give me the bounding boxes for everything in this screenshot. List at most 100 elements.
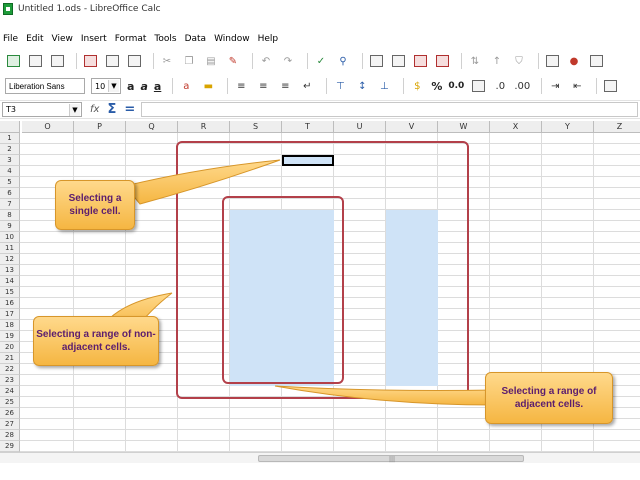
sum-icon[interactable]: Σ <box>107 102 116 117</box>
row-header[interactable]: 13 <box>0 265 20 276</box>
autofilter-icon[interactable]: ⛉ <box>511 53 527 69</box>
date-format-icon[interactable] <box>470 78 486 94</box>
percent-format-icon[interactable]: % <box>431 80 442 93</box>
chevron-down-icon[interactable]: ▼ <box>108 80 119 92</box>
row-header[interactable]: 12 <box>0 254 20 265</box>
font-size-box[interactable]: 10 ▼ <box>91 78 121 94</box>
row-header[interactable]: 9 <box>0 221 20 232</box>
sort-ascending-icon[interactable]: ↑ <box>489 53 505 69</box>
column-header[interactable]: R <box>178 121 230 133</box>
menu-data[interactable]: Data <box>185 34 207 44</box>
align-bottom-icon[interactable]: ⊥ <box>376 78 392 94</box>
sort-icon[interactable]: ⇅ <box>467 53 483 69</box>
clone-formatting-icon[interactable]: ✎ <box>225 53 241 69</box>
spelling-icon[interactable]: ✓ <box>313 53 329 69</box>
row-icon[interactable] <box>368 53 384 69</box>
column-header[interactable]: U <box>334 121 386 133</box>
menu-file[interactable]: File <box>3 34 18 44</box>
align-right-icon[interactable]: ≡ <box>277 78 293 94</box>
row-header[interactable]: 19 <box>0 331 20 342</box>
column-header[interactable]: T <box>282 121 334 133</box>
print-icon[interactable] <box>104 53 120 69</box>
chart-icon[interactable]: ● <box>566 53 582 69</box>
row-header[interactable]: 8 <box>0 210 20 221</box>
function-wizard-icon[interactable]: fx <box>90 104 99 115</box>
column-icon[interactable] <box>390 53 406 69</box>
menu-insert[interactable]: Insert <box>81 34 107 44</box>
chevron-down-icon[interactable]: ▼ <box>69 104 80 116</box>
row-header[interactable]: 11 <box>0 243 20 254</box>
decrease-indent-icon[interactable]: ⇤ <box>569 78 585 94</box>
name-box[interactable]: T3 ▼ <box>2 102 82 117</box>
font-color-icon[interactable]: a <box>178 78 194 94</box>
underline-icon[interactable]: a <box>154 80 161 93</box>
row-header[interactable]: 22 <box>0 364 20 375</box>
align-left-icon[interactable]: ≡ <box>233 78 249 94</box>
formula-input[interactable] <box>141 102 638 117</box>
row-header[interactable]: 24 <box>0 386 20 397</box>
italic-icon[interactable]: a <box>140 80 147 93</box>
insert-rows-icon[interactable] <box>412 53 428 69</box>
find-replace-icon[interactable]: ⚲ <box>335 53 351 69</box>
open-icon[interactable] <box>27 53 43 69</box>
new-document-icon[interactable] <box>5 53 21 69</box>
menu-tools[interactable]: Tools <box>154 34 176 44</box>
insert-columns-icon[interactable] <box>434 53 450 69</box>
menu-edit[interactable]: Edit <box>26 34 43 44</box>
row-header[interactable]: 10 <box>0 232 20 243</box>
row-header[interactable]: 21 <box>0 353 20 364</box>
row-header[interactable]: 25 <box>0 397 20 408</box>
row-header[interactable]: 28 <box>0 430 20 441</box>
row-header[interactable]: 5 <box>0 177 20 188</box>
row-header[interactable]: 1 <box>0 133 20 144</box>
row-header[interactable]: 3 <box>0 155 20 166</box>
menu-view[interactable]: View <box>52 34 73 44</box>
row-header[interactable]: 18 <box>0 320 20 331</box>
scrollbar-thumb[interactable]: ||| <box>258 455 524 463</box>
paste-icon[interactable]: ▤ <box>203 53 219 69</box>
row-header[interactable]: 23 <box>0 375 20 386</box>
row-header[interactable]: 20 <box>0 342 20 353</box>
increase-indent-icon[interactable]: ⇥ <box>547 78 563 94</box>
column-header[interactable]: S <box>230 121 282 133</box>
align-center-icon[interactable]: ≡ <box>255 78 271 94</box>
highlight-color-icon[interactable]: ▬ <box>200 78 216 94</box>
bold-icon[interactable]: a <box>127 80 134 93</box>
add-decimal-icon[interactable]: .0 <box>492 78 508 94</box>
row-header[interactable]: 2 <box>0 144 20 155</box>
row-header[interactable]: 4 <box>0 166 20 177</box>
select-all-corner[interactable] <box>0 121 20 133</box>
column-header[interactable]: W <box>438 121 490 133</box>
image-icon[interactable] <box>544 53 560 69</box>
align-top-icon[interactable]: ⊤ <box>332 78 348 94</box>
row-header[interactable]: 14 <box>0 276 20 287</box>
row-header[interactable]: 29 <box>0 441 20 452</box>
column-header[interactable]: Y <box>542 121 594 133</box>
menu-window[interactable]: Window <box>214 34 250 44</box>
copy-icon[interactable]: ❐ <box>181 53 197 69</box>
row-header[interactable]: 27 <box>0 419 20 430</box>
column-header[interactable]: X <box>490 121 542 133</box>
save-icon[interactable] <box>49 53 65 69</box>
export-pdf-icon[interactable] <box>82 53 98 69</box>
formula-icon[interactable]: = <box>124 102 135 117</box>
column-header[interactable]: O <box>22 121 74 133</box>
print-preview-icon[interactable] <box>126 53 142 69</box>
currency-icon[interactable]: $ <box>409 78 425 94</box>
column-header[interactable]: P <box>74 121 126 133</box>
delete-decimal-icon[interactable]: .00 <box>514 78 530 94</box>
menu-help[interactable]: Help <box>258 34 279 44</box>
row-header[interactable]: 15 <box>0 287 20 298</box>
font-name-box[interactable]: Liberation Sans <box>5 78 85 94</box>
align-middle-icon[interactable]: ↕ <box>354 78 370 94</box>
menu-format[interactable]: Format <box>115 34 147 44</box>
column-header[interactable]: V <box>386 121 438 133</box>
column-header[interactable]: Z <box>594 121 640 133</box>
number-format-icon[interactable]: 0.0 <box>448 81 464 91</box>
row-header[interactable]: 16 <box>0 298 20 309</box>
row-header[interactable]: 7 <box>0 199 20 210</box>
row-header[interactable]: 26 <box>0 408 20 419</box>
pivot-table-icon[interactable] <box>588 53 604 69</box>
horizontal-scrollbar[interactable]: ||| <box>0 452 640 463</box>
row-header[interactable]: 6 <box>0 188 20 199</box>
